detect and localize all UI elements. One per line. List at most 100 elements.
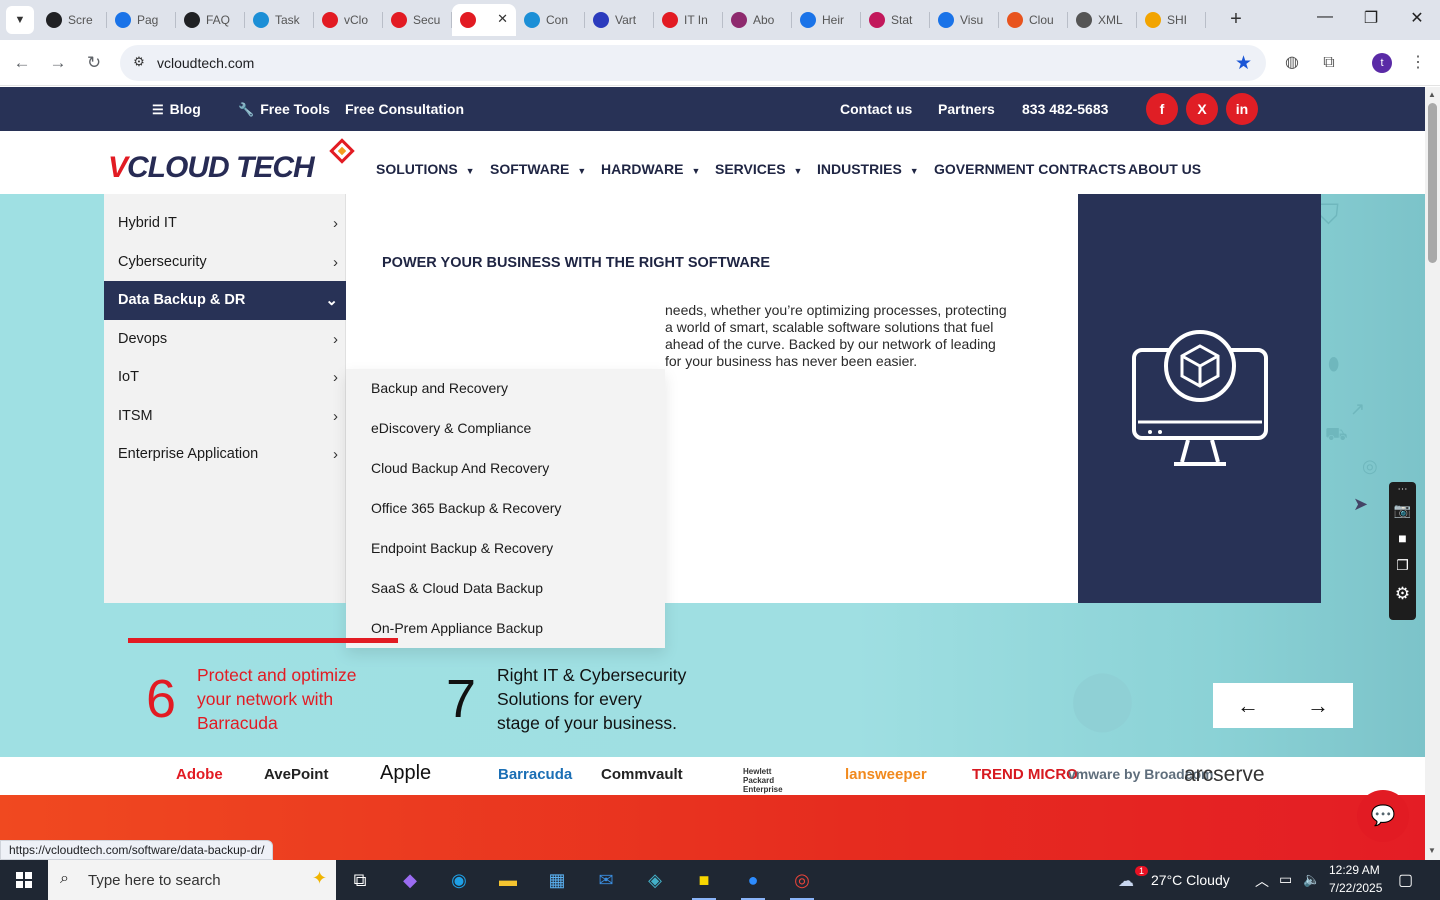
- submenu-item[interactable]: SaaS & Cloud Data Backup: [371, 580, 543, 596]
- browser-tab[interactable]: Task: [245, 4, 314, 36]
- more-options-icon[interactable]: ⋯: [1389, 484, 1416, 495]
- back-button[interactable]: ←: [10, 51, 34, 75]
- submenu-item[interactable]: Office 365 Backup & Recovery: [371, 500, 561, 516]
- store-icon[interactable]: ▦: [533, 864, 581, 900]
- submenu-item[interactable]: eDiscovery & Compliance: [371, 420, 531, 436]
- browser-tab[interactable]: Clou: [999, 4, 1068, 36]
- video-icon[interactable]: ■: [1389, 530, 1416, 546]
- mega-category-item[interactable]: Cybersecurity ›: [104, 243, 346, 282]
- facebook-icon[interactable]: f: [1146, 93, 1178, 125]
- nav-item[interactable]: SOFTWARE ▼: [490, 161, 586, 177]
- carousel-next-button[interactable]: →: [1283, 683, 1353, 728]
- maximize-button[interactable]: ❐: [1359, 8, 1383, 28]
- taskbar-search[interactable]: ⌕ Type here to search ✦: [48, 860, 336, 900]
- volume-icon[interactable]: 🔈: [1303, 871, 1320, 888]
- edge-icon[interactable]: ◉: [435, 864, 483, 900]
- nav-item[interactable]: INDUSTRIES ▼: [817, 161, 919, 177]
- browser-tab[interactable]: Scre: [38, 4, 107, 36]
- nav-item[interactable]: SERVICES ▼: [715, 161, 802, 177]
- free-consultation-link[interactable]: Free Consultation: [345, 101, 464, 117]
- browser-tab[interactable]: vClo: [314, 4, 383, 36]
- layers-icon[interactable]: ❐: [1389, 557, 1416, 574]
- nav-item[interactable]: SOLUTIONS ▼: [376, 161, 475, 177]
- close-window-button[interactable]: ✕: [1405, 8, 1429, 28]
- new-tab-button[interactable]: +: [1224, 8, 1248, 32]
- phone-link[interactable]: 833 482-5683: [1022, 101, 1108, 117]
- address-url[interactable]: vcloudtech.com: [157, 55, 254, 71]
- browser-tab[interactable]: Pag: [107, 4, 176, 36]
- weather-cloud-icon[interactable]: ☁: [1118, 871, 1134, 891]
- browser-menu-icon[interactable]: ⋮: [1407, 52, 1429, 74]
- browser-tab[interactable]: Heir: [792, 4, 861, 36]
- submenu-item[interactable]: Cloud Backup And Recovery: [371, 460, 549, 476]
- page-scrollbar[interactable]: ▲ ▼: [1425, 87, 1440, 860]
- carousel-prev-button[interactable]: ←: [1213, 683, 1283, 728]
- partner-logo[interactable]: lansweeper: [845, 766, 927, 783]
- scroll-down-arrow-icon[interactable]: ▼: [1428, 846, 1436, 855]
- task-view-icon[interactable]: ⧉: [336, 864, 384, 900]
- clock-time[interactable]: 12:29 AM: [1329, 863, 1380, 877]
- partner-logo[interactable]: Commvault: [601, 766, 683, 783]
- mega-category-item[interactable]: Enterprise Application ›: [104, 435, 346, 474]
- tab-search-button[interactable]: ▼: [6, 6, 34, 34]
- copilot-icon[interactable]: ◆: [386, 864, 434, 900]
- linkedin-icon[interactable]: in: [1226, 93, 1258, 125]
- mega-category-item[interactable]: Data Backup & DR ⌄: [104, 281, 346, 320]
- scroll-up-arrow-icon[interactable]: ▲: [1428, 90, 1436, 99]
- extensions-icon[interactable]: ⧉: [1318, 52, 1340, 74]
- browser-tab[interactable]: XML: [1068, 4, 1137, 36]
- partner-logo[interactable]: Barracuda: [498, 766, 572, 783]
- camera-icon[interactable]: 📷: [1389, 502, 1416, 519]
- mega-category-item[interactable]: Hybrid IT ›: [104, 204, 346, 243]
- contact-link[interactable]: Contact us: [840, 101, 912, 117]
- browser-tab[interactable]: Vart: [585, 4, 654, 36]
- site-info-icon[interactable]: ⚙: [130, 54, 148, 72]
- browser-tab[interactable]: IT In: [654, 4, 723, 36]
- mega-category-item[interactable]: ITSM ›: [104, 397, 346, 436]
- mail-icon[interactable]: ✉: [582, 864, 630, 900]
- network-icon[interactable]: ▭: [1279, 871, 1292, 888]
- browser-tab[interactable]: Abo: [723, 4, 792, 36]
- browser-tab[interactable]: Con: [516, 4, 585, 36]
- submenu-item[interactable]: On-Prem Appliance Backup: [371, 620, 543, 636]
- chrome-icon[interactable]: ◎: [778, 864, 826, 900]
- free-tools-link[interactable]: 🔧 Free Tools: [238, 101, 330, 118]
- weather-text[interactable]: 27°C Cloudy: [1151, 872, 1230, 888]
- browser-tab[interactable]: ✕: [452, 4, 516, 36]
- partner-logo[interactable]: TREND MICRO: [972, 766, 1078, 783]
- bookmark-star-icon[interactable]: ★: [1235, 52, 1252, 75]
- app-icon[interactable]: ◈: [631, 864, 679, 900]
- chat-icon[interactable]: 💬: [1357, 790, 1409, 842]
- partner-logo[interactable]: Hewlett Packard Enterprise: [743, 767, 803, 794]
- settings-gear-icon[interactable]: ⚙: [1389, 584, 1416, 604]
- browser-tab[interactable]: Secu: [383, 4, 452, 36]
- mega-category-item[interactable]: IoT ›: [104, 358, 346, 397]
- mega-category-item[interactable]: Devops ›: [104, 320, 346, 359]
- profile-avatar[interactable]: t: [1372, 53, 1392, 73]
- partner-logo[interactable]: Apple: [380, 762, 431, 785]
- minimize-button[interactable]: —: [1313, 8, 1337, 26]
- browser-tab[interactable]: Stat: [861, 4, 930, 36]
- browser-tab[interactable]: Visu: [930, 4, 999, 36]
- clock-date[interactable]: 7/22/2025: [1329, 881, 1382, 895]
- scroll-thumb[interactable]: [1428, 103, 1437, 263]
- submenu-item[interactable]: Endpoint Backup & Recovery: [371, 540, 553, 556]
- browser-tab[interactable]: SHI: [1137, 4, 1206, 36]
- forward-button[interactable]: →: [46, 51, 70, 75]
- partners-link[interactable]: Partners: [938, 101, 995, 117]
- browser-tab[interactable]: FAQ: [176, 4, 245, 36]
- partner-logo[interactable]: arcserve: [1184, 763, 1265, 787]
- zoom-icon[interactable]: ●: [729, 864, 777, 900]
- reload-button[interactable]: ↻: [82, 51, 106, 75]
- partner-logo[interactable]: Adobe: [176, 766, 223, 783]
- start-button[interactable]: [0, 860, 48, 900]
- close-tab-icon[interactable]: ✕: [497, 11, 508, 27]
- nav-item[interactable]: ABOUT US: [1128, 161, 1201, 177]
- translate-icon[interactable]: ◍: [1281, 52, 1303, 74]
- nav-item[interactable]: GOVERNMENT CONTRACTS: [934, 161, 1126, 177]
- notifications-icon[interactable]: ▢: [1398, 870, 1413, 890]
- address-bar[interactable]: ⚙ vcloudtech.com ★: [120, 45, 1266, 81]
- blog-link[interactable]: ☰ Blog: [152, 101, 201, 118]
- sticky-notes-icon[interactable]: ■: [680, 864, 728, 900]
- x-twitter-icon[interactable]: X: [1186, 93, 1218, 125]
